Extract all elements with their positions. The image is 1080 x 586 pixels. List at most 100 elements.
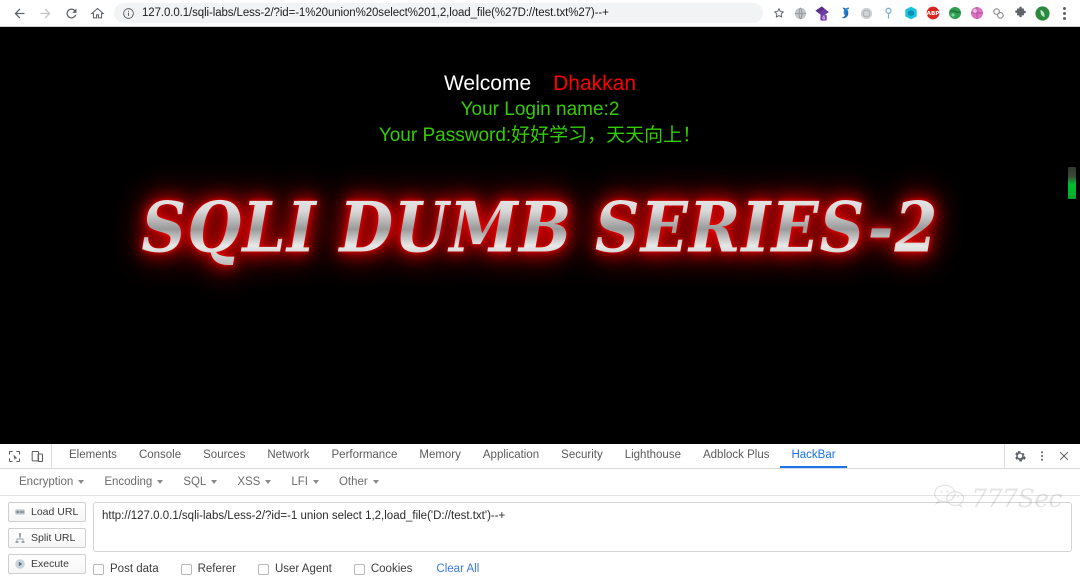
tab-memory[interactable]: Memory — [408, 444, 472, 468]
checkbox-post-data[interactable]: Post data — [93, 563, 159, 575]
checkbox-user-agent[interactable]: User Agent — [257, 563, 332, 575]
hackbar-panel: Encryption Encoding SQL XSS LFI Other Lo… — [0, 469, 1080, 586]
hackbar-options-row: Post data Referer User Agent Cookies Cle… — [93, 563, 1072, 575]
post-data-checkbox-box[interactable] — [93, 563, 104, 575]
checkbox-cookies[interactable]: Cookies — [353, 563, 413, 575]
clear-all-link[interactable]: Clear All — [436, 563, 479, 575]
cookies-checkbox-box[interactable] — [353, 563, 365, 575]
home-icon — [89, 7, 105, 18]
load-url-label: Load URL — [31, 506, 79, 518]
referer-checkbox-box[interactable] — [180, 563, 192, 575]
cookies-label: Cookies — [370, 563, 413, 575]
menu-encryption-label: Encryption — [19, 476, 74, 488]
tab-network-label: Network — [267, 449, 310, 461]
tab-console[interactable]: Console — [128, 444, 192, 468]
three-dot-menu-icon — [1062, 6, 1066, 10]
kebab-menu-icon[interactable] — [1033, 447, 1051, 465]
menu-other-label: Other — [338, 476, 368, 488]
adblock-plus-extension-icon[interactable]: ABP — [923, 4, 942, 23]
hackbar-body: Load URL Split URL Execute http://127.0.… — [0, 496, 1080, 586]
pink-globe-extension-icon[interactable] — [967, 4, 986, 23]
home-button[interactable] — [84, 2, 110, 24]
menu-lfi-label: LFI — [291, 476, 308, 488]
device-toolbar-icon[interactable] — [29, 448, 46, 465]
key-pin-extension-icon[interactable] — [879, 4, 898, 23]
gear-icon[interactable] — [1011, 447, 1029, 465]
devtools-right-icons — [1004, 444, 1080, 468]
svg-text:4: 4 — [822, 15, 825, 21]
execute-icon — [14, 558, 26, 570]
menu-other[interactable]: Other — [330, 473, 388, 491]
close-icon[interactable] — [1055, 447, 1073, 465]
reload-icon — [65, 7, 76, 18]
menu-sql-label: SQL — [183, 476, 207, 488]
menu-encoding-label: Encoding — [104, 476, 153, 488]
checkbox-referer[interactable]: Referer — [180, 563, 236, 575]
chevron-down-icon — [157, 480, 164, 484]
menu-xss[interactable]: XSS — [228, 473, 280, 491]
page-scrollbar[interactable] — [1065, 27, 1080, 443]
back-button[interactable] — [6, 2, 32, 24]
svg-text:ABP: ABP — [926, 11, 939, 17]
chain-link-extension-icon[interactable] — [989, 4, 1008, 23]
cyan-hexagon-extension-icon[interactable] — [901, 4, 920, 23]
bookmark-button[interactable] — [769, 3, 789, 23]
login-name-line: Your Login name:2 — [460, 99, 620, 121]
puzzle-piece-extension-icon[interactable] — [1011, 4, 1030, 23]
tab-sources[interactable]: Sources — [192, 444, 256, 468]
hackbar-menubar: Encryption Encoding SQL XSS LFI Other — [0, 469, 1080, 496]
page-viewport: Welcome Dhakkan Your Login name:2 Your Pa… — [0, 27, 1080, 443]
user-agent-checkbox-box[interactable] — [257, 563, 269, 575]
tab-hackbar[interactable]: HackBar — [780, 444, 847, 468]
split-url-icon — [14, 532, 26, 544]
blue-swirl-extension-icon[interactable] — [835, 4, 854, 23]
back-arrow-icon — [14, 8, 24, 18]
menu-lfi[interactable]: LFI — [282, 473, 328, 491]
tab-performance-label: Performance — [331, 449, 398, 461]
welcome-label: Welcome — [443, 72, 532, 95]
tab-security[interactable]: Security — [550, 444, 614, 468]
sqli-dumb-series-banner: SQLI DUMB SERIES-2 — [141, 186, 939, 268]
page-content: Welcome Dhakkan Your Login name:2 Your Pa… — [0, 27, 1080, 268]
reload-button[interactable] — [58, 2, 84, 24]
menu-xss-label: XSS — [237, 476, 261, 488]
tab-sources-label: Sources — [203, 449, 246, 461]
execute-label: Execute — [31, 558, 69, 570]
menu-encryption[interactable]: Encryption — [10, 473, 93, 491]
banner-wrapper: SQLI DUMB SERIES-2 — [0, 186, 1080, 268]
address-bar[interactable]: 127.0.0.1/sqli-labs/Less-2/?id=-1%20unio… — [114, 3, 763, 23]
forward-button[interactable] — [32, 2, 58, 24]
gray-circle-extension-icon[interactable] — [857, 4, 876, 23]
execute-button[interactable]: Execute — [8, 554, 86, 574]
menu-encoding[interactable]: Encoding — [95, 473, 172, 491]
tab-lighthouse[interactable]: Lighthouse — [614, 444, 692, 468]
split-url-button[interactable]: Split URL — [8, 528, 86, 548]
tab-application[interactable]: Application — [472, 444, 550, 468]
url-textarea[interactable]: http://127.0.0.1/sqli-labs/Less-2/?id=-1… — [93, 502, 1072, 552]
purple-diamond-extension-icon[interactable]: 4 — [813, 4, 832, 23]
chevron-down-icon — [265, 480, 272, 484]
browser-toolbar: 127.0.0.1/sqli-labs/Less-2/?id=-1%20unio… — [0, 0, 1080, 27]
load-url-button[interactable]: Load URL — [8, 502, 86, 522]
referer-label: Referer — [197, 563, 236, 575]
load-url-icon — [14, 506, 26, 518]
tab-network[interactable]: Network — [256, 444, 320, 468]
browser-menu-button[interactable] — [1054, 3, 1074, 23]
page-scrollbar-thumb[interactable] — [1068, 167, 1076, 199]
green-circle-extension-icon[interactable] — [1033, 4, 1052, 23]
chevron-down-icon — [211, 480, 218, 484]
inspect-element-icon[interactable] — [6, 448, 23, 465]
tab-adblock-plus[interactable]: Adblock Plus — [692, 444, 780, 468]
user-agent-label: User Agent — [274, 563, 332, 575]
menu-sql[interactable]: SQL — [174, 473, 226, 491]
tab-elements[interactable]: Elements — [58, 444, 128, 468]
tab-performance[interactable]: Performance — [321, 444, 409, 468]
info-circle-icon[interactable] — [122, 7, 135, 20]
tab-security-label: Security — [561, 449, 603, 461]
globe-gray-extension-icon[interactable] — [791, 4, 810, 23]
hackbar-actions: Load URL Split URL Execute — [8, 502, 86, 586]
green-globe-extension-icon[interactable] — [945, 4, 964, 23]
post-data-label: Post data — [110, 563, 159, 575]
devtools-tabbar: Elements Console Sources Network Perform… — [0, 444, 1080, 469]
chevron-down-icon — [78, 480, 85, 484]
